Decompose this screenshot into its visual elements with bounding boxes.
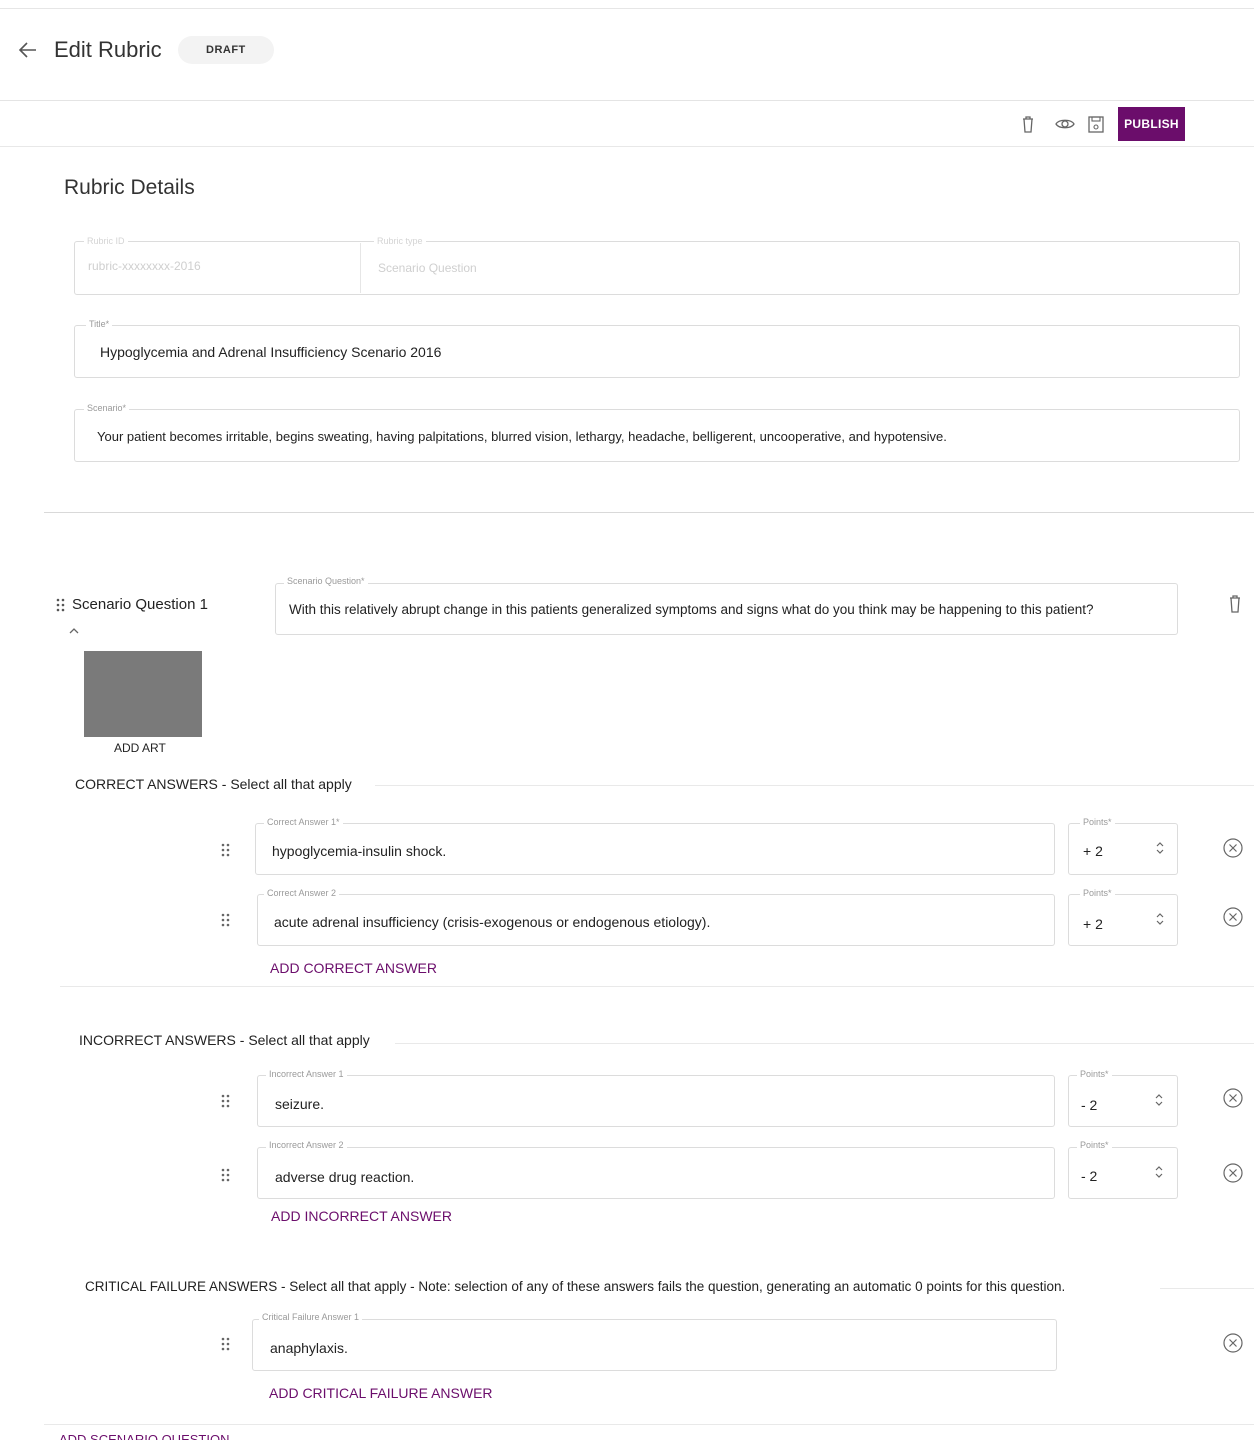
remove-circle-icon[interactable] — [1222, 1162, 1244, 1184]
heading-rule — [1160, 1288, 1254, 1289]
rubric-id-label: Rubric ID — [84, 236, 128, 246]
rubric-type-label: Rubric type — [374, 236, 426, 246]
points-label: Points* — [1080, 888, 1115, 898]
drag-handle-icon[interactable] — [220, 1167, 232, 1183]
critical-failure-value[interactable]: anaphylaxis. — [270, 1340, 348, 1356]
remove-circle-icon[interactable] — [1222, 837, 1244, 859]
status-badge: DRAFT — [178, 36, 274, 64]
trash-icon[interactable] — [1224, 593, 1246, 615]
stepper-icon[interactable] — [1154, 1164, 1164, 1180]
remove-circle-icon[interactable] — [1222, 1332, 1244, 1354]
drag-handle-icon[interactable] — [220, 1093, 232, 1109]
incorrect-answer-field[interactable] — [257, 1075, 1055, 1127]
scenario-label: Scenario* — [84, 403, 130, 413]
critical-failure-label: Critical Failure Answer 1 — [259, 1312, 363, 1322]
points-value[interactable]: + 2 — [1083, 916, 1103, 932]
correct-answer-value[interactable]: acute adrenal insufficiency (crisis-exog… — [274, 914, 710, 930]
remove-circle-icon[interactable] — [1222, 1087, 1244, 1109]
save-icon[interactable] — [1085, 113, 1107, 135]
title-value[interactable]: Hypoglycemia and Adrenal Insufficiency S… — [100, 344, 441, 360]
correct-answers-heading: CORRECT ANSWERS - Select all that apply — [75, 776, 352, 792]
scenario-value[interactable]: Your patient becomes irritable, begins s… — [97, 429, 947, 444]
add-art-button[interactable]: ADD ART — [114, 741, 166, 755]
id-type-row — [74, 241, 1240, 295]
scenario-question-value[interactable]: With this relatively abrupt change in th… — [289, 602, 1093, 617]
scenario-question-field-label: Scenario Question* — [284, 576, 368, 586]
stepper-icon[interactable] — [1155, 840, 1165, 856]
points-label: Points* — [1080, 817, 1115, 827]
eye-icon[interactable] — [1054, 113, 1076, 135]
points-label: Points* — [1077, 1069, 1112, 1079]
points-label: Points* — [1077, 1140, 1112, 1150]
bottom-divider — [44, 1424, 1254, 1425]
points-value[interactable]: - 2 — [1081, 1097, 1097, 1113]
rubric-type-value: Scenario Question — [378, 261, 477, 275]
field-separator — [360, 243, 361, 293]
trash-icon[interactable] — [1017, 113, 1039, 135]
critical-failure-field[interactable] — [252, 1319, 1057, 1371]
correct-answer-label: Correct Answer 2 — [264, 888, 340, 898]
rubric-id-value: rubric-xxxxxxxx-2016 — [88, 259, 201, 273]
remove-circle-icon[interactable] — [1222, 906, 1244, 928]
scenario-question-label: Scenario Question 1 — [72, 596, 208, 613]
incorrect-answer-value[interactable]: adverse drug reaction. — [275, 1169, 414, 1185]
critical-failure-heading: CRITICAL FAILURE ANSWERS - Select all th… — [85, 1279, 1066, 1294]
title-label: Title* — [86, 319, 113, 329]
add-scenario-question-button[interactable]: ADD SCENARIO QUESTION — [59, 1432, 229, 1440]
correct-answer-value[interactable]: hypoglycemia-insulin shock. — [272, 843, 446, 859]
points-value[interactable]: + 2 — [1083, 843, 1103, 859]
stepper-icon[interactable] — [1155, 911, 1165, 927]
incorrect-answers-heading: INCORRECT ANSWERS - Select all that appl… — [79, 1032, 370, 1048]
add-critical-failure-button[interactable]: ADD CRITICAL FAILURE ANSWER — [269, 1385, 493, 1401]
stepper-icon[interactable] — [1154, 1092, 1164, 1108]
heading-rule — [375, 785, 1254, 786]
drag-handle-icon[interactable] — [55, 597, 67, 613]
section-divider — [44, 512, 1254, 513]
chevron-up-icon[interactable] — [67, 624, 81, 636]
incorrect-answer-value[interactable]: seizure. — [275, 1096, 324, 1112]
page-title: Edit Rubric — [54, 37, 162, 62]
art-thumbnail[interactable] — [84, 651, 202, 737]
drag-handle-icon[interactable] — [220, 912, 232, 928]
incorrect-answer-label: Incorrect Answer 2 — [266, 1140, 347, 1150]
correct-answer-label: Correct Answer 1* — [264, 817, 343, 827]
group-divider — [60, 986, 1254, 987]
incorrect-answer-label: Incorrect Answer 1 — [266, 1069, 347, 1079]
drag-handle-icon[interactable] — [220, 1336, 232, 1352]
drag-handle-icon[interactable] — [220, 842, 232, 858]
arrow-left-icon[interactable] — [16, 38, 40, 62]
section-title-details: Rubric Details — [64, 176, 195, 199]
add-correct-answer-button[interactable]: ADD CORRECT ANSWER — [270, 960, 437, 976]
heading-rule — [395, 1043, 1254, 1044]
points-value[interactable]: - 2 — [1081, 1168, 1097, 1184]
publish-button[interactable]: PUBLISH — [1118, 107, 1185, 141]
add-incorrect-answer-button[interactable]: ADD INCORRECT ANSWER — [271, 1208, 452, 1224]
